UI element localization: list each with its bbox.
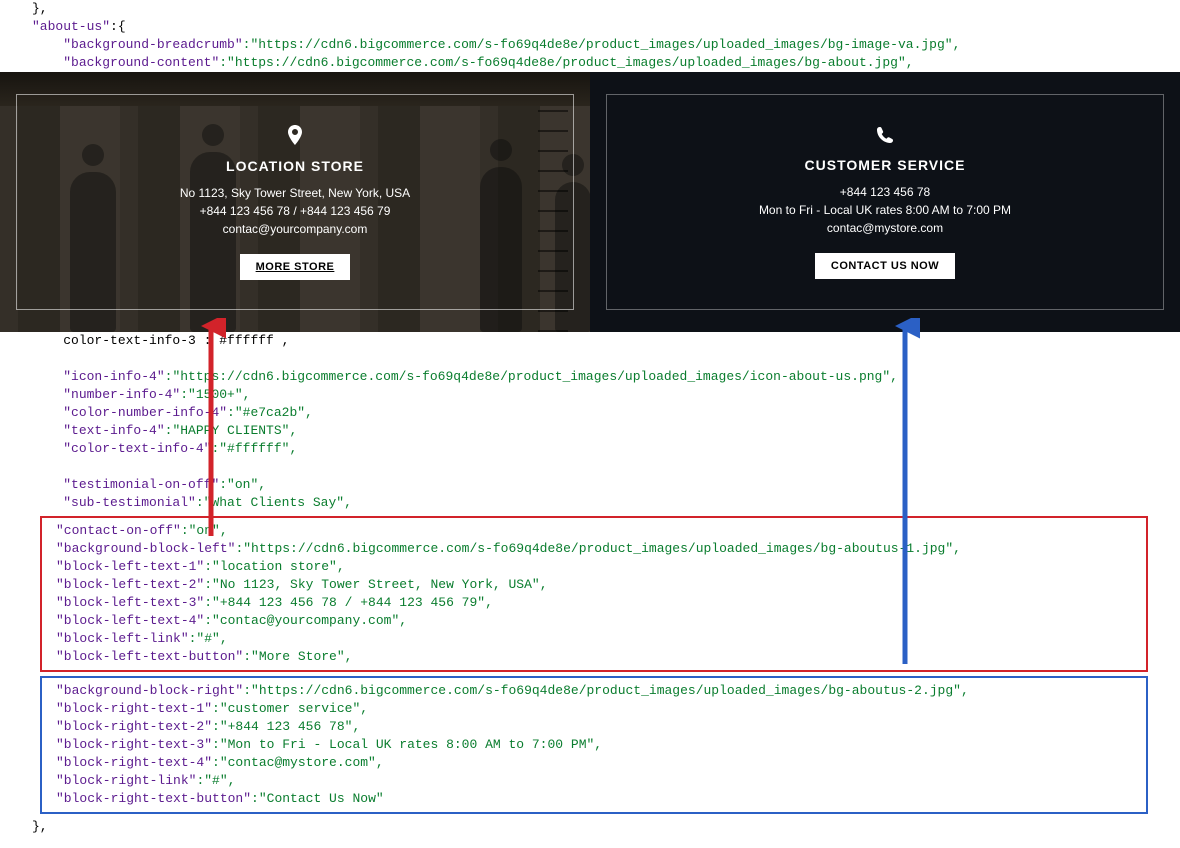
key-contact-onoff: "contact-on-off" (56, 523, 181, 538)
red-highlight-box: "contact-on-off":"on", "background-block… (40, 516, 1148, 672)
key-block-right-link: "block-right-link" (56, 773, 196, 788)
code-red: "contact-on-off":"on", "background-block… (56, 522, 1140, 666)
phone-icon (649, 126, 1121, 149)
banner-left-content: LOCATION STORE No 1123, Sky Tower Street… (59, 125, 531, 280)
banner-right-title: CUSTOMER SERVICE (649, 157, 1121, 173)
clipped-text: color-text-info-3 : #ffffff , (63, 333, 289, 348)
banner-left-line1: No 1123, Sky Tower Street, New York, USA (59, 184, 531, 202)
more-store-button[interactable]: MORE STORE (240, 254, 351, 280)
contact-us-button[interactable]: CONTACT US NOW (815, 253, 955, 279)
key-color-text-info-4: "color-text-info-4" (63, 441, 211, 456)
key-block-left-button: "block-left-text-button" (56, 649, 243, 664)
key-block-left-text3: "block-left-text-3" (56, 595, 204, 610)
preview-banner: LOCATION STORE No 1123, Sky Tower Street… (0, 72, 1180, 332)
key-block-right-text2: "block-right-text-2" (56, 719, 212, 734)
key-bg-content: "background-content" (63, 55, 219, 70)
blue-highlight-box: "background-block-right":"https://cdn6.b… (40, 676, 1148, 814)
documentation-page: }, "about-us":{ "background-breadcrumb":… (0, 0, 1180, 848)
code-top: }, "about-us":{ "background-breadcrumb":… (0, 0, 1180, 72)
location-pin-icon (59, 125, 531, 150)
key-block-left-text4: "block-left-text-4" (56, 613, 204, 628)
banner-right-line1: +844 123 456 78 (649, 183, 1121, 201)
banner-right-line3: contac@mystore.com (649, 219, 1121, 237)
key-block-left-text2: "block-left-text-2" (56, 577, 204, 592)
banner-left-line3: contac@yourcompany.com (59, 220, 531, 238)
key-block-right-text3: "block-right-text-3" (56, 737, 212, 752)
banner-right-line2: Mon to Fri - Local UK rates 8:00 AM to 7… (649, 201, 1121, 219)
key-sub-testimonial: "sub-testimonial" (63, 495, 196, 510)
key-block-right-button: "block-right-text-button" (56, 791, 251, 806)
key-text-info-4: "text-info-4" (63, 423, 164, 438)
key-block-left-text1: "block-left-text-1" (56, 559, 204, 574)
code-mid: color-text-info-3 : #ffffff , "icon-info… (0, 332, 1180, 512)
key-testimonial-onoff: "testimonial-on-off" (63, 477, 219, 492)
banner-left-line2: +844 123 456 78 / +844 123 456 79 (59, 202, 531, 220)
key-number-info-4: "number-info-4" (63, 387, 180, 402)
key-bg-breadcrumb: "background-breadcrumb" (63, 37, 242, 52)
key-bg-block-left: "background-block-left" (56, 541, 235, 556)
banner-left-title: LOCATION STORE (59, 158, 531, 174)
key-block-left-link: "block-left-link" (56, 631, 189, 646)
key-about-us: "about-us" (32, 19, 110, 34)
code-blue: "background-block-right":"https://cdn6.b… (56, 682, 1140, 808)
banner-right: CUSTOMER SERVICE +844 123 456 78 Mon to … (590, 72, 1180, 332)
banner-left: LOCATION STORE No 1123, Sky Tower Street… (0, 72, 590, 332)
banner-right-content: CUSTOMER SERVICE +844 123 456 78 Mon to … (649, 126, 1121, 279)
key-icon-info-4: "icon-info-4" (63, 369, 164, 384)
key-color-number-info-4: "color-number-info-4" (63, 405, 227, 420)
key-block-right-text1: "block-right-text-1" (56, 701, 212, 716)
key-bg-block-right: "background-block-right" (56, 683, 243, 698)
code-tail: }, (0, 818, 1180, 836)
key-block-right-text4: "block-right-text-4" (56, 755, 212, 770)
